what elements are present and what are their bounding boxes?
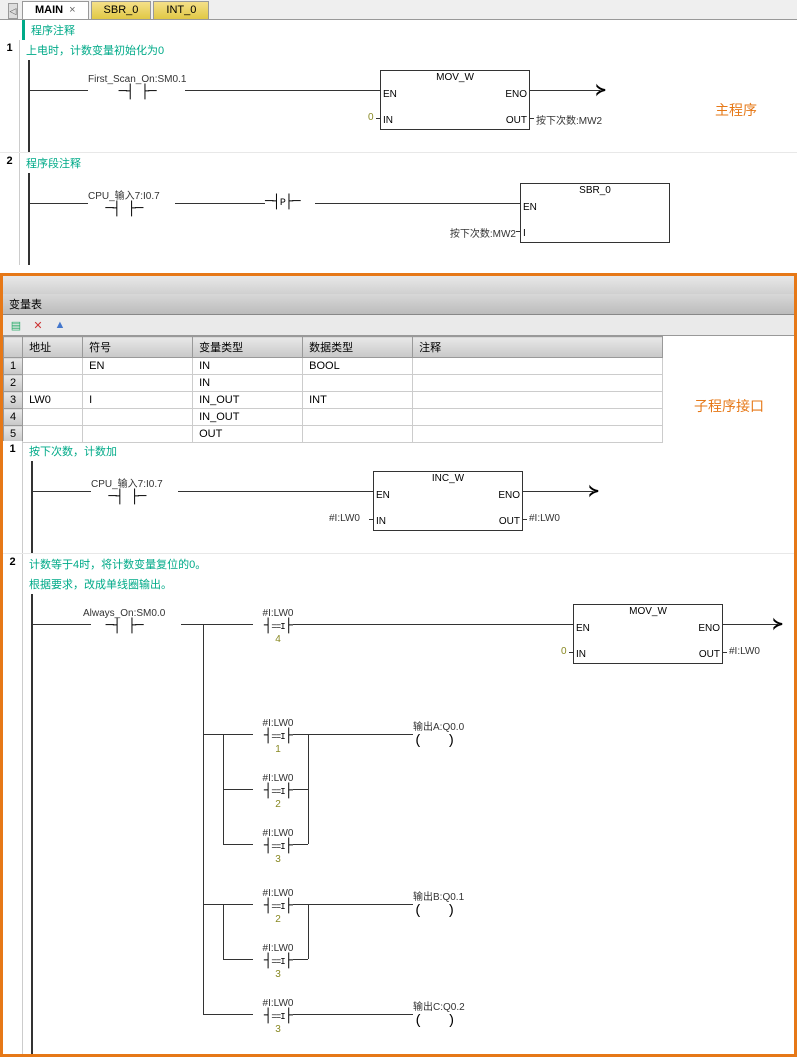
delete-row-icon[interactable]: ✕ [29,317,47,333]
network-comment: 计数等于4时，将计数变量复位的0。 [23,554,794,574]
build-icon[interactable]: ▲ [51,317,69,333]
block-title: INC_W [374,472,522,485]
variable-table-title: 变量表 [3,294,794,315]
compare-contact[interactable]: ┤==I├ [253,619,303,634]
pin-eno: ENO [505,89,527,100]
network-number: 2 [3,554,23,1054]
network-comment: 按下次数，计数加 [23,441,794,461]
network-comment: 根据要求，改成单线圈输出。 [23,574,794,594]
terminator: ≻ [773,614,783,634]
insert-row-icon[interactable]: ▤ [7,317,25,333]
compare-contact[interactable]: ┤==I├ [253,839,303,854]
output-coil[interactable]: ( ) [413,733,464,749]
compare-contact[interactable]: ┤==I├ [253,784,303,799]
out-value: #I:LW0 [529,513,560,524]
pin-i: I [523,228,526,239]
tab-nav-prev[interactable]: ◁ [8,3,18,19]
sub-network-1: 1 按下次数，计数加 CPU_输入7:I0.7 ─┤ ├─ INC_W EN E… [3,441,794,553]
no-contact[interactable]: ─┤ ├─ [91,490,163,504]
network-number: 1 [3,441,23,553]
p-contact[interactable]: ─┤P├─ [265,195,300,211]
program-tabs: ◁ MAIN SBR_0 INT_0 [0,0,797,20]
in-value: 0 [368,112,374,123]
subroutine-section: 变量表 ▤ ✕ ▲ 地址 符号 变量类型 数据类型 注释 1ENINBOOL 2… [0,273,797,1057]
compare-contact[interactable]: ┤==I├ [253,729,303,744]
network-number: 1 [0,40,20,152]
network-1: 1 上电时，计数变量初始化为0 First_Scan_On:SM0.1 ─┤ ├… [0,40,797,152]
main-program-label: 主程序 [715,100,757,120]
no-contact[interactable]: ─┤ ├─ [83,619,165,633]
table-row: 5OUT [4,426,663,443]
tab-int0[interactable]: INT_0 [153,1,209,19]
no-contact[interactable]: ─┤ ├─ [88,85,186,99]
compare-contact[interactable]: ┤==I├ [253,899,303,914]
mov-w-block[interactable]: MOV_W EN ENO IN OUT [573,604,723,664]
block-title: MOV_W [381,71,529,84]
mov-w-block[interactable]: MOV_W EN ENO IN OUT [380,70,530,130]
pin-en: EN [383,89,397,100]
pin-out: OUT [506,115,527,126]
terminator: ≻ [596,80,606,100]
i-value: 按下次数:MW2 [438,225,516,240]
pin-in: IN [383,115,393,126]
tab-main[interactable]: MAIN [22,1,89,19]
coil-label: 输出C:Q0.2 [413,998,465,1013]
network-comment: 程序段注释 [20,153,797,173]
table-row: 1ENINBOOL [4,358,663,375]
coil-label: 输出B:Q0.1 [413,888,464,903]
terminator: ≻ [589,481,599,501]
inc-w-block[interactable]: INC_W EN ENO IN OUT [373,471,523,531]
col-comment[interactable]: 注释 [413,337,663,358]
sub-interface-label: 子程序接口 [694,396,764,416]
sub-network-2: 2 计数等于4时，将计数变量复位的0。 根据要求，改成单线圈输出。 Always… [3,553,794,1054]
table-row: 4IN_OUT [4,409,663,426]
out-value: 按下次数:MW2 [536,112,602,127]
variable-toolbar: ▤ ✕ ▲ [3,315,794,336]
variable-table[interactable]: 地址 符号 变量类型 数据类型 注释 1ENINBOOL 2IN 3LW0IIN… [3,336,663,443]
network-comment: 上电时，计数变量初始化为0 [20,40,797,60]
sbr-block[interactable]: SBR_0 EN I [520,183,670,243]
coil-label: 输出A:Q0.0 [413,718,464,733]
compare-contact[interactable]: ┤==I├ [253,1009,303,1024]
network-2: 2 程序段注释 CPU_输入7:I0.7 ─┤ ├─ ─┤P├─ SBR_0 E… [0,152,797,265]
compare-contact[interactable]: ┤==I├ [253,954,303,969]
contact-label: CPU_输入7:I0.7 [91,475,163,490]
output-coil[interactable]: ( ) [413,1013,465,1029]
col-datatype[interactable]: 数据类型 [303,337,413,358]
program-comment: 程序注释 [22,20,797,40]
in-value: #I:LW0 [329,513,360,524]
tab-sbr0[interactable]: SBR_0 [91,1,152,19]
no-contact[interactable]: ─┤ ├─ [88,202,160,216]
col-address[interactable]: 地址 [23,337,83,358]
output-coil[interactable]: ( ) [413,903,464,919]
table-row: 2IN [4,375,663,392]
col-symbol[interactable]: 符号 [83,337,193,358]
table-row: 3LW0IIN_OUTINT [4,392,663,409]
block-title: SBR_0 [521,184,669,197]
network-number: 2 [0,153,20,265]
col-vartype[interactable]: 变量类型 [193,337,303,358]
contact-label: CPU_输入7:I0.7 [88,187,160,202]
pin-en: EN [523,202,537,213]
